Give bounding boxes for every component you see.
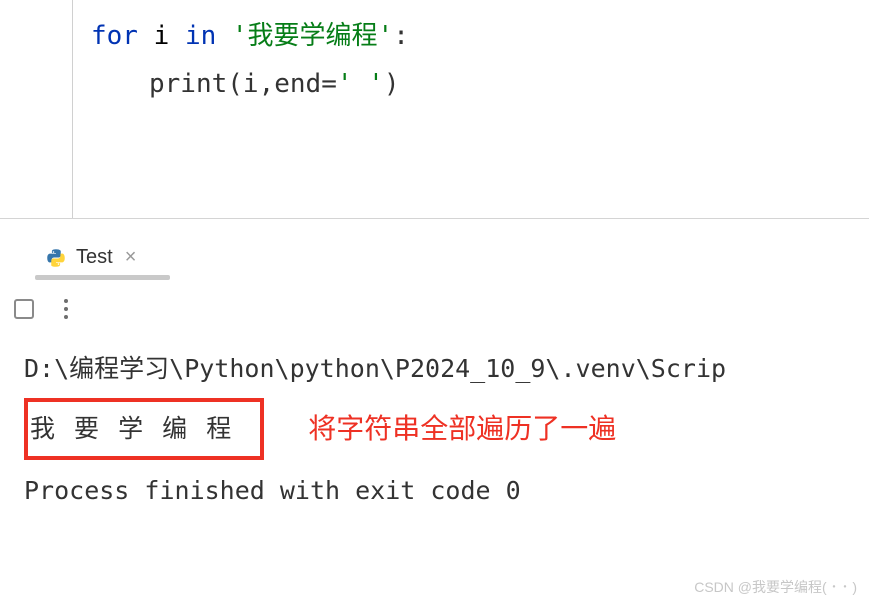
stop-icon[interactable] — [14, 299, 34, 319]
keyword-for: for — [91, 21, 138, 51]
console-toolbar — [0, 280, 869, 338]
output-row: 我 要 学 编 程 将字符串全部遍历了一遍 — [24, 398, 869, 460]
var-i: i — [138, 21, 185, 51]
keyword-in: in — [185, 21, 216, 51]
run-tool-tab-bar: Test × — [0, 218, 869, 280]
string-literal: '我要学编程' — [232, 21, 393, 51]
run-tab-label[interactable]: Test — [76, 246, 113, 269]
code-line-1[interactable]: for i in '我要学编程': — [73, 12, 869, 60]
code-editor[interactable]: for i in '我要学编程': print(i,end=' ') — [72, 0, 869, 218]
python-icon — [46, 248, 66, 268]
string-literal: ' ' — [337, 69, 384, 99]
highlighted-output: 我 要 学 编 程 — [24, 398, 264, 460]
tab-underline — [35, 275, 170, 280]
exit-code-line: Process finished with exit code 0 — [24, 466, 869, 516]
watermark: CSDN @我要学编程( ･ ･ ) — [694, 577, 857, 597]
code-line-2[interactable]: print(i,end=' ') — [73, 60, 869, 108]
more-icon[interactable] — [64, 299, 68, 319]
close-icon[interactable]: × — [125, 246, 137, 269]
console-output[interactable]: D:\编程学习\Python\python\P2024_10_9\.venv\S… — [0, 338, 869, 516]
annotation-text: 将字符串全部遍历了一遍 — [308, 404, 616, 454]
console-path-line: D:\编程学习\Python\python\P2024_10_9\.venv\S… — [24, 344, 869, 394]
func-print: print — [149, 69, 227, 99]
